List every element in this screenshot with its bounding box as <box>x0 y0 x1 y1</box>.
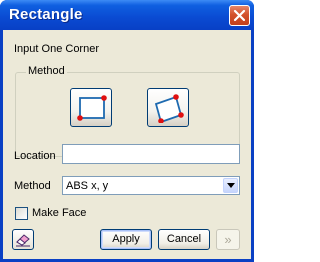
cancel-button[interactable]: Cancel <box>158 229 210 250</box>
close-icon <box>233 9 246 22</box>
apply-button[interactable]: Apply <box>100 229 152 250</box>
prompt-text: Input One Corner <box>14 43 99 55</box>
make-face-label: Make Face <box>32 207 87 219</box>
method-selected-value: ABS x, y <box>66 180 109 192</box>
method-group-legend: Method <box>26 65 67 77</box>
dialog-body: Input One Corner Method Location Method … <box>3 30 251 259</box>
chevron-down-icon <box>227 183 235 188</box>
expand-button[interactable]: » <box>216 229 240 250</box>
method-select[interactable]: ABS x, y <box>62 176 240 195</box>
method-label: Method <box>14 180 51 192</box>
window-title: Rectangle <box>9 6 83 23</box>
title-bar[interactable]: Rectangle <box>0 0 254 30</box>
location-input[interactable] <box>62 144 240 164</box>
location-label: Location <box>14 150 56 162</box>
clear-button[interactable] <box>12 229 34 250</box>
close-button[interactable] <box>229 5 250 26</box>
rotated-rectangle-icon <box>154 94 184 123</box>
eraser-icon <box>16 234 30 247</box>
axis-aligned-rectangle-button[interactable] <box>70 88 112 127</box>
axis-rectangle-icon <box>77 95 107 121</box>
method-dropdown-button[interactable] <box>223 178 238 193</box>
rectangle-dialog: Rectangle Input One Corner Method Locati… <box>0 0 254 262</box>
rotated-rectangle-button[interactable] <box>147 88 189 127</box>
make-face-checkbox[interactable] <box>15 207 28 220</box>
